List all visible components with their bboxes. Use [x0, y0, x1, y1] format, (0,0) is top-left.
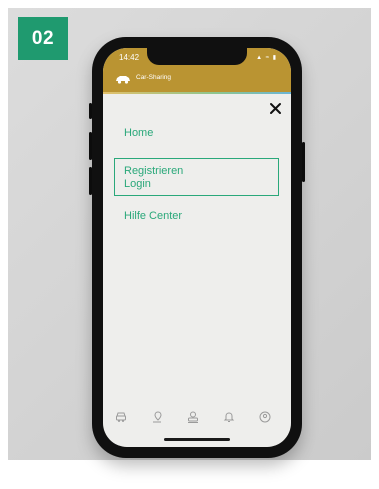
menu-item-register[interactable]: Registrieren	[124, 165, 183, 177]
mute-switch	[89, 103, 92, 119]
step-badge: 02	[18, 17, 68, 60]
car-tab-icon[interactable]	[114, 410, 128, 424]
menu-item-help-center[interactable]: Hilfe Center	[124, 210, 182, 222]
volume-up-button	[89, 132, 92, 160]
menu-item-home[interactable]: Home	[124, 127, 153, 139]
header-accent-line	[103, 92, 291, 94]
power-button	[302, 142, 305, 182]
status-time: 14:42	[119, 53, 140, 62]
phone-mockup: 14:42 ▲ ≈ ▮ Car-Sharing Home Registriere…	[89, 37, 305, 458]
profile-tab-icon[interactable]	[258, 410, 272, 424]
car-icon	[116, 76, 130, 84]
pin-tab-icon[interactable]	[150, 410, 164, 424]
car-search-tab-icon[interactable]	[186, 410, 200, 424]
bottom-tab-bar	[103, 410, 291, 434]
screenshot-frame: 02 14:42 ▲ ≈ ▮ Car-Sharing Home Registri…	[8, 8, 371, 460]
status-icons: ▲ ≈ ▮	[256, 55, 277, 61]
app-title: Car-Sharing	[136, 74, 172, 81]
phone-screen: 14:42 ▲ ≈ ▮ Car-Sharing Home Registriere…	[103, 48, 291, 447]
menu-group-account: Registrieren Login	[114, 158, 279, 196]
phone-notch	[147, 48, 247, 65]
volume-down-button	[89, 167, 92, 195]
menu-item-login[interactable]: Login	[124, 178, 151, 190]
bell-tab-icon[interactable]	[222, 410, 236, 424]
close-icon[interactable]	[268, 101, 283, 116]
home-indicator	[164, 438, 230, 441]
